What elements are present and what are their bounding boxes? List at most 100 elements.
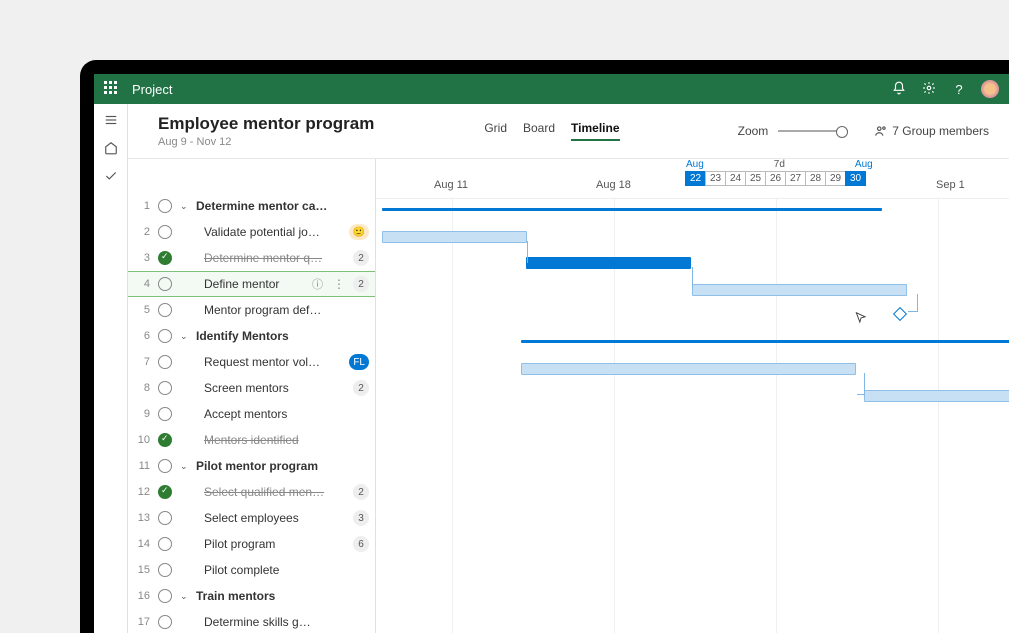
axis-label: Aug 18 (596, 179, 631, 191)
status-circle-icon[interactable] (158, 563, 172, 577)
gantt-task-bar[interactable] (692, 284, 907, 296)
mini-cell[interactable]: 25 (745, 171, 766, 186)
count-badge[interactable]: FL (349, 354, 369, 370)
chevron-down-icon[interactable]: ⌄ (180, 591, 188, 602)
task-name[interactable]: Determine mentor ca… (196, 199, 369, 213)
app-launcher-icon[interactable] (104, 81, 120, 97)
help-icon[interactable]: ? (951, 82, 967, 97)
status-done-icon[interactable] (158, 433, 172, 447)
task-name[interactable]: Pilot program (196, 537, 345, 551)
status-circle-icon[interactable] (158, 615, 172, 629)
count-badge[interactable]: 2 (353, 250, 369, 266)
mini-cell[interactable]: 28 (805, 171, 826, 186)
status-circle-icon[interactable] (158, 277, 172, 291)
gantt-task-bar[interactable] (526, 257, 691, 269)
count-badge[interactable]: 6 (353, 536, 369, 552)
gantt-summary-bar[interactable] (382, 208, 882, 211)
gantt-task-bar[interactable] (864, 390, 1009, 402)
task-row[interactable]: 13Select employees3 (128, 505, 375, 531)
gantt-task-bar[interactable] (521, 363, 856, 375)
count-badge[interactable]: 2 (353, 484, 369, 500)
task-row[interactable]: 5Mentor program def… (128, 297, 375, 323)
gantt-chart[interactable]: Aug 11 Aug 18 Sep 1 Aug 7d Aug 222324252… (376, 159, 1009, 633)
task-row[interactable]: 2Validate potential jo…🙂 (128, 219, 375, 245)
task-row[interactable]: 12Select qualified men…2 (128, 479, 375, 505)
chevron-down-icon[interactable]: ⌄ (180, 201, 188, 212)
task-name[interactable]: Pilot mentor program (196, 459, 369, 473)
mini-cell[interactable]: 24 (725, 171, 746, 186)
task-row[interactable]: 10Mentors identified (128, 427, 375, 453)
mini-cell[interactable]: 26 (765, 171, 786, 186)
task-name[interactable]: Validate potential jo… (196, 225, 341, 239)
page-date-range: Aug 9 - Nov 12 (158, 136, 374, 148)
assignee-avatar[interactable]: 🙂 (349, 224, 369, 240)
task-name[interactable]: Accept mentors (196, 407, 369, 421)
settings-icon[interactable] (921, 81, 937, 98)
chevron-down-icon[interactable]: ⌄ (180, 331, 188, 342)
task-name[interactable]: Mentors identified (196, 433, 369, 447)
notifications-icon[interactable] (891, 81, 907, 98)
task-name[interactable]: Determine mentor q… (196, 251, 345, 265)
tab-grid[interactable]: Grid (484, 121, 507, 141)
home-icon[interactable] (103, 140, 119, 156)
chevron-down-icon[interactable]: ⌄ (180, 461, 188, 472)
check-icon[interactable] (103, 168, 119, 184)
count-badge[interactable]: 3 (353, 510, 369, 526)
status-circle-icon[interactable] (158, 511, 172, 525)
status-done-icon[interactable] (158, 251, 172, 265)
task-row[interactable]: 3Determine mentor q…2 (128, 245, 375, 271)
task-row[interactable]: 8Screen mentors2 (128, 375, 375, 401)
task-name[interactable]: Determine skills g… (196, 615, 369, 629)
task-name[interactable]: Mentor program def… (196, 303, 369, 317)
zoom-label: Zoom (738, 124, 769, 138)
mini-cell[interactable]: 27 (785, 171, 806, 186)
task-name[interactable]: Request mentor vol… (196, 355, 341, 369)
task-row[interactable]: 17Determine skills g… (128, 609, 375, 633)
gantt-milestone[interactable] (893, 307, 907, 321)
mini-cell[interactable]: 22 (685, 171, 706, 186)
mini-cell[interactable]: 23 (705, 171, 726, 186)
mini-timeline[interactable]: Aug 7d Aug 222324252627282930 (686, 159, 873, 186)
count-badge[interactable]: 2 (353, 380, 369, 396)
gantt-task-bar[interactable] (382, 231, 527, 243)
task-name[interactable]: Train mentors (196, 589, 369, 603)
gantt-summary-bar[interactable] (521, 340, 1009, 343)
zoom-slider[interactable] (778, 130, 848, 132)
task-name[interactable]: Pilot complete (196, 563, 369, 577)
tab-board[interactable]: Board (523, 121, 555, 141)
task-row[interactable]: 1⌄Determine mentor ca… (128, 193, 375, 219)
task-name[interactable]: Define mentor (196, 277, 304, 291)
task-row[interactable]: 6⌄Identify Mentors (128, 323, 375, 349)
count-badge[interactable]: 2 (353, 276, 369, 292)
status-circle-icon[interactable] (158, 589, 172, 603)
mini-cell[interactable]: 29 (825, 171, 846, 186)
task-row[interactable]: 15Pilot complete (128, 557, 375, 583)
task-name[interactable]: Select qualified men… (196, 485, 345, 499)
task-name[interactable]: Screen mentors (196, 381, 345, 395)
user-avatar[interactable] (981, 80, 999, 98)
task-name[interactable]: Select employees (196, 511, 345, 525)
more-menu-icon[interactable]: ⋮ (333, 277, 345, 291)
task-row[interactable]: 16⌄Train mentors (128, 583, 375, 609)
status-circle-icon[interactable] (158, 537, 172, 551)
tab-timeline[interactable]: Timeline (571, 121, 619, 141)
task-row[interactable]: 7Request mentor vol…FL (128, 349, 375, 375)
status-circle-icon[interactable] (158, 329, 172, 343)
task-row[interactable]: 4Define mentorⓘ⋮2 (128, 271, 375, 297)
info-icon[interactable]: ⓘ (312, 276, 323, 292)
status-circle-icon[interactable] (158, 407, 172, 421)
task-row[interactable]: 9Accept mentors (128, 401, 375, 427)
task-row[interactable]: 14Pilot program6 (128, 531, 375, 557)
status-circle-icon[interactable] (158, 381, 172, 395)
members-label[interactable]: 7 Group members (892, 124, 989, 138)
menu-icon[interactable] (103, 112, 119, 128)
task-row[interactable]: 11⌄Pilot mentor program (128, 453, 375, 479)
status-circle-icon[interactable] (158, 199, 172, 213)
status-circle-icon[interactable] (158, 225, 172, 239)
mini-cell[interactable]: 30 (845, 171, 866, 186)
status-done-icon[interactable] (158, 485, 172, 499)
task-name[interactable]: Identify Mentors (196, 329, 369, 343)
status-circle-icon[interactable] (158, 303, 172, 317)
status-circle-icon[interactable] (158, 459, 172, 473)
status-circle-icon[interactable] (158, 355, 172, 369)
